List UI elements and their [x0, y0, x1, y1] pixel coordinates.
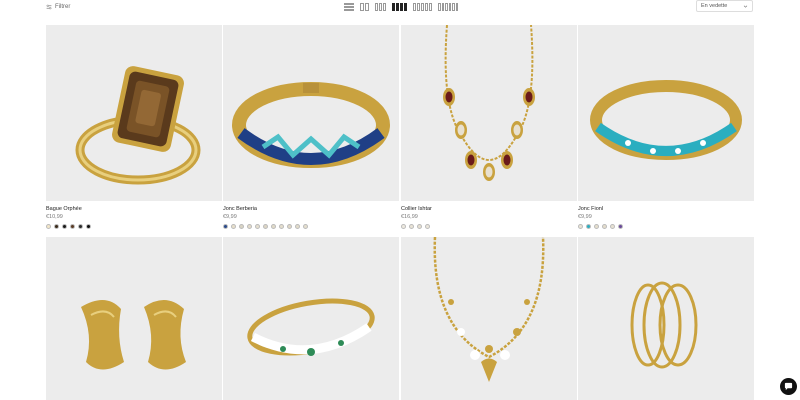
product-price: €9,99 — [223, 214, 237, 220]
product-name[interactable]: Jonc Berberia — [223, 206, 399, 212]
color-swatch[interactable] — [618, 224, 623, 229]
color-swatch[interactable] — [255, 224, 260, 229]
color-swatch[interactable] — [586, 224, 591, 229]
layout-grid-2-icon[interactable] — [360, 2, 369, 11]
product-card — [578, 237, 754, 400]
collection-toolbar: Filtrer En vedette — [0, 0, 800, 16]
product-name[interactable]: Bague Orphée — [46, 206, 222, 212]
color-swatch[interactable] — [231, 224, 236, 229]
chat-bubble-icon — [784, 382, 793, 391]
color-swatch[interactable] — [287, 224, 292, 229]
color-swatch[interactable] — [409, 224, 414, 229]
product-card — [46, 237, 222, 400]
sort-label: En vedette — [701, 3, 728, 9]
chat-launcher-button[interactable] — [780, 378, 797, 395]
color-swatches — [401, 224, 577, 229]
product-price: €16,99 — [401, 214, 418, 220]
filter-icon — [46, 4, 52, 10]
chevron-down-icon — [743, 5, 748, 8]
product-price: €9,99 — [578, 214, 592, 220]
layout-list-icon[interactable] — [344, 2, 354, 11]
product-image-bangle[interactable] — [223, 237, 399, 400]
color-swatches — [46, 224, 222, 229]
color-swatch[interactable] — [425, 224, 430, 229]
color-swatch[interactable] — [602, 224, 607, 229]
layout-grid-5-icon[interactable] — [413, 2, 432, 11]
layout-grid-6-icon[interactable] — [438, 2, 458, 11]
color-swatch[interactable] — [594, 224, 599, 229]
product-image-hoops[interactable] — [578, 237, 754, 400]
product-card: Jonc Fionl €9,99 — [578, 25, 754, 229]
color-swatch[interactable] — [46, 224, 51, 229]
product-card — [223, 237, 399, 400]
color-swatch[interactable] — [223, 224, 228, 229]
color-swatch[interactable] — [271, 224, 276, 229]
color-swatch[interactable] — [303, 224, 308, 229]
color-swatches — [223, 224, 399, 229]
product-name[interactable]: Jonc Fionl — [578, 206, 754, 212]
product-price: €10,99 — [46, 214, 63, 220]
product-image-bangle[interactable] — [578, 25, 754, 201]
product-card — [401, 237, 577, 400]
product-image-necklace[interactable] — [401, 25, 577, 201]
product-image-bangle[interactable] — [223, 25, 399, 201]
color-swatch[interactable] — [417, 224, 422, 229]
color-swatch[interactable] — [610, 224, 615, 229]
color-swatch[interactable] — [86, 224, 91, 229]
color-swatch[interactable] — [239, 224, 244, 229]
color-swatch[interactable] — [295, 224, 300, 229]
color-swatches — [578, 224, 754, 229]
color-swatch[interactable] — [279, 224, 284, 229]
product-image-earrings[interactable] — [46, 237, 222, 400]
color-swatch[interactable] — [78, 224, 83, 229]
color-swatch[interactable] — [263, 224, 268, 229]
grid-layout-switcher — [344, 2, 458, 11]
filter-label: Filtrer — [55, 4, 71, 10]
color-swatch[interactable] — [54, 224, 59, 229]
color-swatch[interactable] — [578, 224, 583, 229]
color-swatch[interactable] — [62, 224, 67, 229]
layout-grid-4-icon[interactable] — [392, 2, 407, 11]
layout-grid-3-icon[interactable] — [375, 2, 386, 11]
filter-button[interactable]: Filtrer — [46, 2, 70, 12]
product-card: Jonc Berberia €9,99 — [223, 25, 399, 229]
product-name[interactable]: Collier Ishtar — [401, 206, 577, 212]
color-swatch[interactable] — [70, 224, 75, 229]
color-swatch[interactable] — [247, 224, 252, 229]
color-swatch[interactable] — [401, 224, 406, 229]
sort-dropdown[interactable]: En vedette — [696, 0, 753, 12]
product-image-ring[interactable] — [46, 25, 222, 201]
product-card: Collier Ishtar €16,99 — [401, 25, 577, 229]
product-card: Bague Orphée €10,99 — [46, 25, 222, 229]
product-image-necklace[interactable] — [401, 237, 577, 400]
